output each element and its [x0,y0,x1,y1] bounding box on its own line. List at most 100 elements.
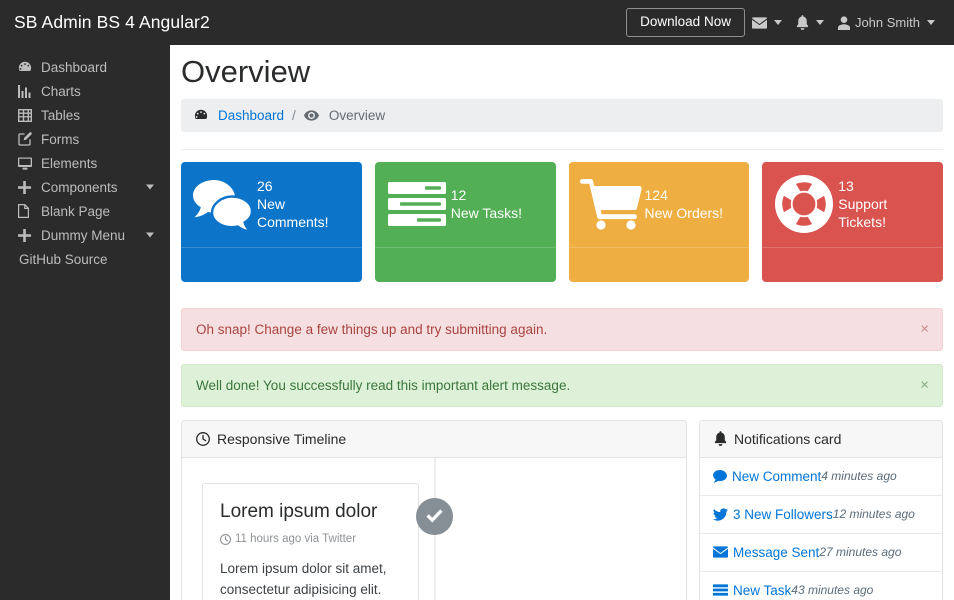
bell-icon [714,431,727,446]
breadcrumb: Dashboard / Overview [181,99,943,132]
stat-card-new-orders[interactable]: 124 New Orders! [569,162,750,282]
sidebar-item-components[interactable]: Components [0,175,170,199]
stat-card-footer[interactable] [375,247,556,282]
stat-card-count: 26 [257,177,352,195]
envelope-icon [752,17,767,29]
stat-card-body: 13 Support Tickets! [762,162,943,247]
bell-icon [796,15,809,30]
stat-card-new-tasks[interactable]: 12 New Tasks! [375,162,556,282]
eye-icon [304,110,319,121]
timeline-panel-header: Responsive Timeline [182,421,686,458]
notification-label: New Comment [732,469,821,484]
breadcrumb-current: Overview [329,108,385,123]
comments-icon [191,178,255,230]
sidebar-item-forms[interactable]: Forms [0,127,170,151]
notification-time: 12 minutes ago [833,507,915,521]
sidebar-item-label: Tables [38,108,80,123]
download-now-button[interactable]: Download Now [626,8,745,38]
alerts-region: Oh snap! Change a few things up and try … [181,308,943,407]
desktop-icon [18,157,38,170]
tachometer-icon [194,108,208,122]
stat-card-text: 124 New Orders! [643,186,724,223]
timeline-entry-title: Lorem ipsum dolor [220,500,401,525]
timeline-body: Lorem ipsum dolor 11 hours ago via Twitt… [182,458,686,600]
sidebar-item-github-source[interactable]: GitHub Source [0,247,170,271]
alert-danger-text: Oh snap! Change a few things up and try … [196,322,547,337]
stat-card-body: 124 New Orders! [569,162,750,247]
stat-card-count: 13 [838,177,933,195]
stat-card-text: 12 New Tasks! [449,186,522,223]
sidebar-item-charts[interactable]: Charts [0,79,170,103]
sidebar-item-label: GitHub Source [16,252,108,267]
clock-icon [196,432,210,446]
close-icon[interactable]: × [920,378,929,393]
notification-label: New Task [733,583,791,598]
breadcrumb-link-dashboard[interactable]: Dashboard [218,108,284,123]
notification-time: 27 minutes ago [819,545,901,559]
tasks-icon [713,584,728,596]
file-icon [18,204,38,218]
notification-item-new-followers[interactable]: 3 New Followers 12 minutes ago [700,496,942,534]
notification-item-new-task[interactable]: New Task 43 minutes ago [700,572,942,600]
stat-card-footer[interactable] [762,247,943,282]
stat-card-text: 13 Support Tickets! [836,177,933,232]
navbar-right-group: Download Now John Smith [626,0,942,45]
timeline-entry-meta-text: 11 hours ago via Twitter [235,533,356,545]
close-icon[interactable]: × [920,322,929,337]
notification-item-message-sent[interactable]: Message Sent 27 minutes ago [700,534,942,572]
stat-card-label: Support Tickets! [838,195,933,232]
stat-card-label: New Tasks! [451,204,522,222]
tasks-icon [385,180,449,228]
stat-card-body: 12 New Tasks! [375,162,556,247]
table-icon [18,109,38,122]
twitter-icon [713,508,728,521]
chevron-down-icon [146,185,154,190]
clock-icon [220,534,231,545]
admin-dashboard-page: SB Admin BS 4 Angular2 Download Now Jo [0,0,954,600]
life-ring-icon [772,175,836,233]
sidebar-item-label: Dashboard [38,60,107,75]
chevron-down-icon [927,20,935,25]
plus-icon [18,229,38,242]
notification-label: Message Sent [733,545,819,560]
messages-dropdown[interactable] [745,0,789,45]
notifications-panel: Notifications card New Comment 4 minutes… [699,420,943,600]
stat-card-footer[interactable] [181,247,362,282]
user-icon [838,16,850,30]
comment-icon [713,470,727,483]
stat-card-footer[interactable] [569,247,750,282]
notifications-list: New Comment 4 minutes ago 3 New Follower… [700,458,942,600]
breadcrumb-separator: / [290,108,298,123]
page-title: Overview [181,45,943,99]
user-name-label: John Smith [855,15,920,30]
user-dropdown[interactable]: John Smith [831,0,942,45]
sidebar-item-tables[interactable]: Tables [0,103,170,127]
edit-icon [18,132,38,146]
bottom-panels-row: Responsive Timeline Lorem ipsum dolor 1 [181,420,943,600]
notification-item-new-comment[interactable]: New Comment 4 minutes ago [700,458,942,496]
alert-success: Well done! You successfully read this im… [181,364,943,407]
timeline-entry-meta: 11 hours ago via Twitter [220,533,401,545]
sidebar-item-dummy-menu[interactable]: Dummy Menu [0,223,170,247]
notification-time: 43 minutes ago [791,583,873,597]
sidebar-item-blank-page[interactable]: Blank Page [0,199,170,223]
sidebar-item-elements[interactable]: Elements [0,151,170,175]
timeline-entry[interactable]: Lorem ipsum dolor 11 hours ago via Twitt… [202,483,419,600]
timeline-panel: Responsive Timeline Lorem ipsum dolor 1 [181,420,687,600]
sidebar-item-label: Charts [38,84,81,99]
brand-title[interactable]: SB Admin BS 4 Angular2 [14,12,210,33]
stat-card-count: 12 [451,186,522,204]
main-content: Overview Dashboard / Overview [170,45,954,600]
sidebar-item-label: Dummy Menu [38,228,125,243]
stat-cards-row: 26 New Comments! [181,162,943,282]
timeline-panel-title: Responsive Timeline [217,431,346,447]
alert-danger: Oh snap! Change a few things up and try … [181,308,943,351]
sidebar-item-label: Forms [38,132,79,147]
sidebar-item-dashboard[interactable]: Dashboard [0,55,170,79]
stat-card-new-comments[interactable]: 26 New Comments! [181,162,362,282]
stat-card-support-tickets[interactable]: 13 Support Tickets! [762,162,943,282]
alerts-dropdown[interactable] [789,0,831,45]
notifications-panel-title: Notifications card [734,431,841,447]
stat-card-body: 26 New Comments! [181,162,362,247]
plus-icon [18,181,38,194]
